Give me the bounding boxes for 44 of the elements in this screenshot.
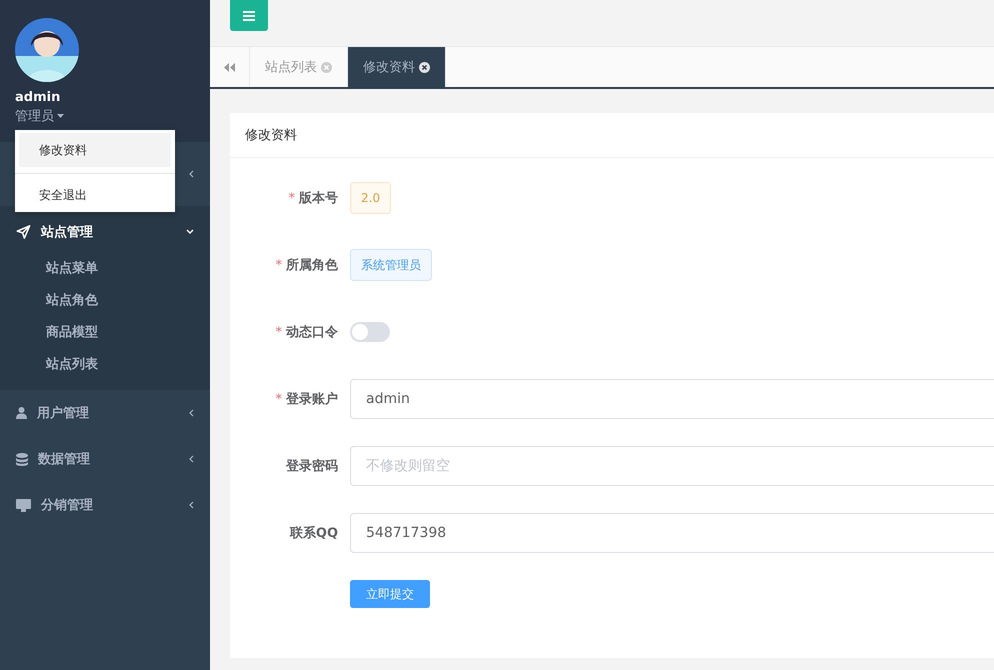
field-label: 版本号 [299, 190, 338, 207]
close-icon[interactable] [419, 62, 430, 72]
sidebar-item[interactable]: 分销管理 [0, 482, 210, 528]
required-mark: * [276, 258, 282, 272]
card-title: 修改资料 [230, 113, 994, 158]
user-role-dropdown[interactable]: 管理员 [15, 107, 64, 125]
required-mark: * [288, 190, 295, 206]
submenu-item[interactable]: 站点列表 [0, 348, 210, 380]
submenu-item[interactable]: 站点菜单 [0, 252, 210, 284]
field-label: 动态口令 [286, 324, 338, 341]
field-label: 登录账户 [286, 390, 338, 408]
double-left-icon [224, 62, 235, 72]
submenu-item[interactable]: 商品模型 [0, 316, 210, 348]
chevron-left-icon [188, 501, 194, 509]
sidebar-item[interactable]: 数据管理 [0, 436, 210, 482]
input-field[interactable]: 不修改则留空 [350, 446, 994, 486]
required-mark: * [276, 324, 282, 340]
paper-plane-icon [16, 225, 31, 239]
chevron-left-icon [188, 170, 194, 178]
field-label: 联系QQ [290, 524, 338, 542]
monitor-icon [16, 498, 31, 512]
menu-button[interactable] [230, 0, 268, 31]
tag: 2.0 [350, 182, 392, 214]
field-label: 所属角色 [286, 257, 338, 274]
tab[interactable]: 修改资料 [348, 47, 446, 87]
user-name: admin [15, 90, 60, 105]
chevron-left-icon [188, 409, 194, 417]
menu-icon [243, 10, 255, 20]
submenu-item[interactable]: 站点角色 [0, 284, 210, 316]
input-field[interactable]: 548717398 [350, 513, 994, 553]
toggle-switch[interactable] [350, 322, 390, 342]
sidebar-item[interactable]: 站点管理 [0, 206, 210, 252]
sidebar-item[interactable]: 用户管理 [0, 390, 210, 436]
caret-icon [57, 114, 64, 118]
menu-item[interactable]: 修改资料 [19, 133, 171, 167]
submit-button[interactable]: 立即提交 [350, 580, 430, 608]
tag: 系统管理员 [350, 249, 432, 281]
input-field[interactable]: admin [350, 379, 994, 419]
field-label: 登录密码 [286, 458, 338, 475]
chevron-left-icon [188, 455, 194, 463]
user-icon [16, 407, 27, 419]
required-mark: * [276, 392, 282, 406]
chevron-down-icon [186, 229, 194, 235]
database-icon [16, 452, 28, 466]
